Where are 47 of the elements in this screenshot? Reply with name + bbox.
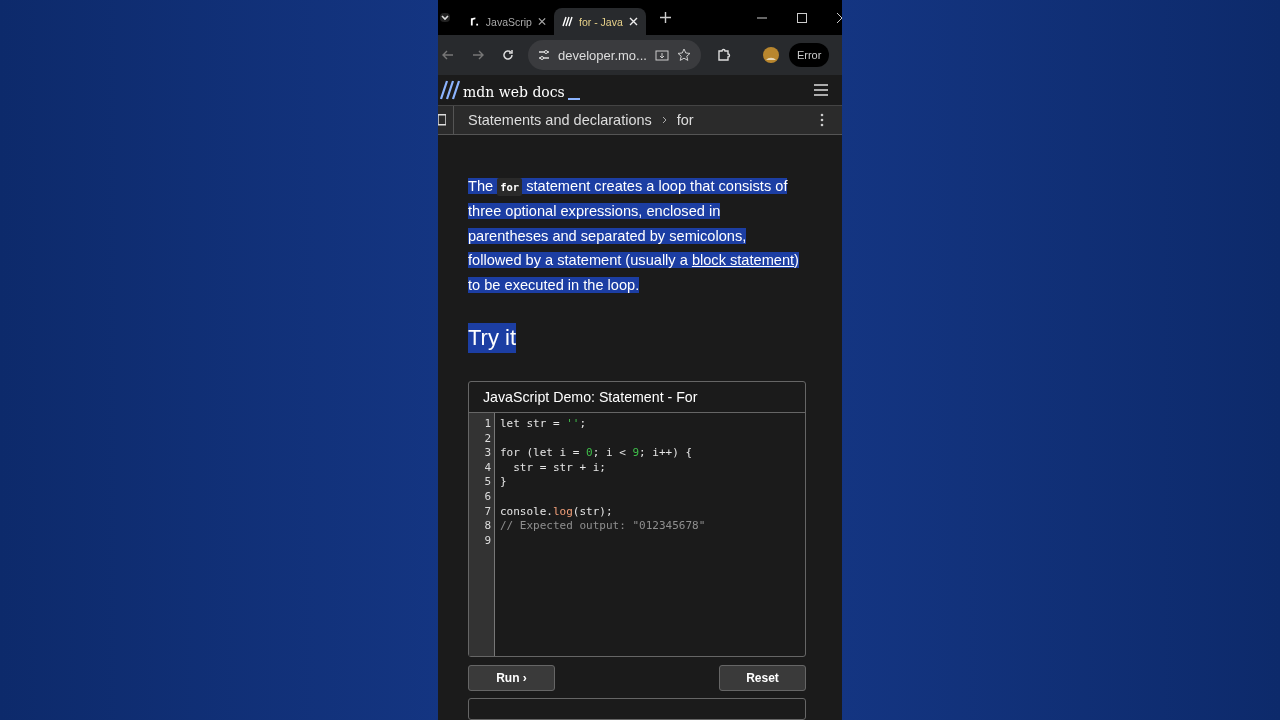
avatar-icon[interactable] [762, 47, 779, 63]
code-line: } [500, 475, 508, 490]
tab-list-icon[interactable] [440, 13, 450, 22]
line-number: 7 [483, 504, 492, 520]
site-settings-icon[interactable] [538, 49, 550, 61]
address-bar[interactable]: developer.mo... [528, 40, 701, 70]
install-icon[interactable] [654, 48, 669, 62]
line-number: 4 [483, 460, 492, 476]
line-number: 5 [483, 475, 492, 490]
code-line: console.log(str); [500, 504, 614, 520]
line-number: 8 [483, 519, 492, 534]
new-tab-icon[interactable] [660, 12, 671, 23]
demo-title: JavaScript Demo: Statement - For [469, 382, 805, 413]
cursor-underscore-icon [567, 97, 580, 100]
bookmark-star-icon[interactable] [676, 48, 691, 62]
code-line: // Expected output: "012345678" [500, 519, 707, 534]
line-number: 2 [483, 431, 492, 447]
browser-tab[interactable]: JavaScrip [462, 8, 554, 35]
menu-icon[interactable] [814, 83, 828, 96]
code-line: for (let i = 0; i < 9; i++) { [500, 446, 694, 461]
back-icon[interactable] [442, 49, 454, 61]
reload-icon[interactable] [502, 49, 514, 61]
chevron-right-icon [661, 115, 667, 124]
url-text: developer.mo... [558, 47, 647, 63]
block-statement-link[interactable]: block statement [691, 252, 795, 268]
breadcrumb-link[interactable]: for [676, 111, 694, 128]
run-button[interactable]: Run › [468, 665, 555, 691]
maximize-icon[interactable] [797, 12, 807, 23]
browser-tab[interactable]: for - Java [554, 8, 646, 35]
mdn-logo-icon [440, 79, 460, 100]
site-logo-text[interactable]: mdn web docs [463, 83, 565, 100]
line-number: 6 [483, 489, 492, 505]
sidebar-toggle-icon[interactable] [438, 105, 454, 134]
forward-icon[interactable] [472, 49, 484, 61]
site-icon [470, 16, 480, 27]
mdn-logo-icon [562, 16, 573, 27]
line-number: 9 [483, 533, 492, 549]
breadcrumb-link[interactable]: Statements and declarations [468, 111, 652, 128]
line-number: 1 [483, 417, 492, 432]
reset-button[interactable]: Reset [719, 665, 806, 691]
code-line: let str = ''; [500, 417, 588, 432]
section-heading: Try it [468, 323, 517, 353]
extensions-icon[interactable] [716, 48, 731, 62]
profile-error-button[interactable]: Error [788, 43, 830, 67]
line-number: 3 [483, 446, 492, 461]
code-line: str = str + i; [512, 460, 607, 476]
more-options-icon[interactable] [820, 112, 824, 127]
